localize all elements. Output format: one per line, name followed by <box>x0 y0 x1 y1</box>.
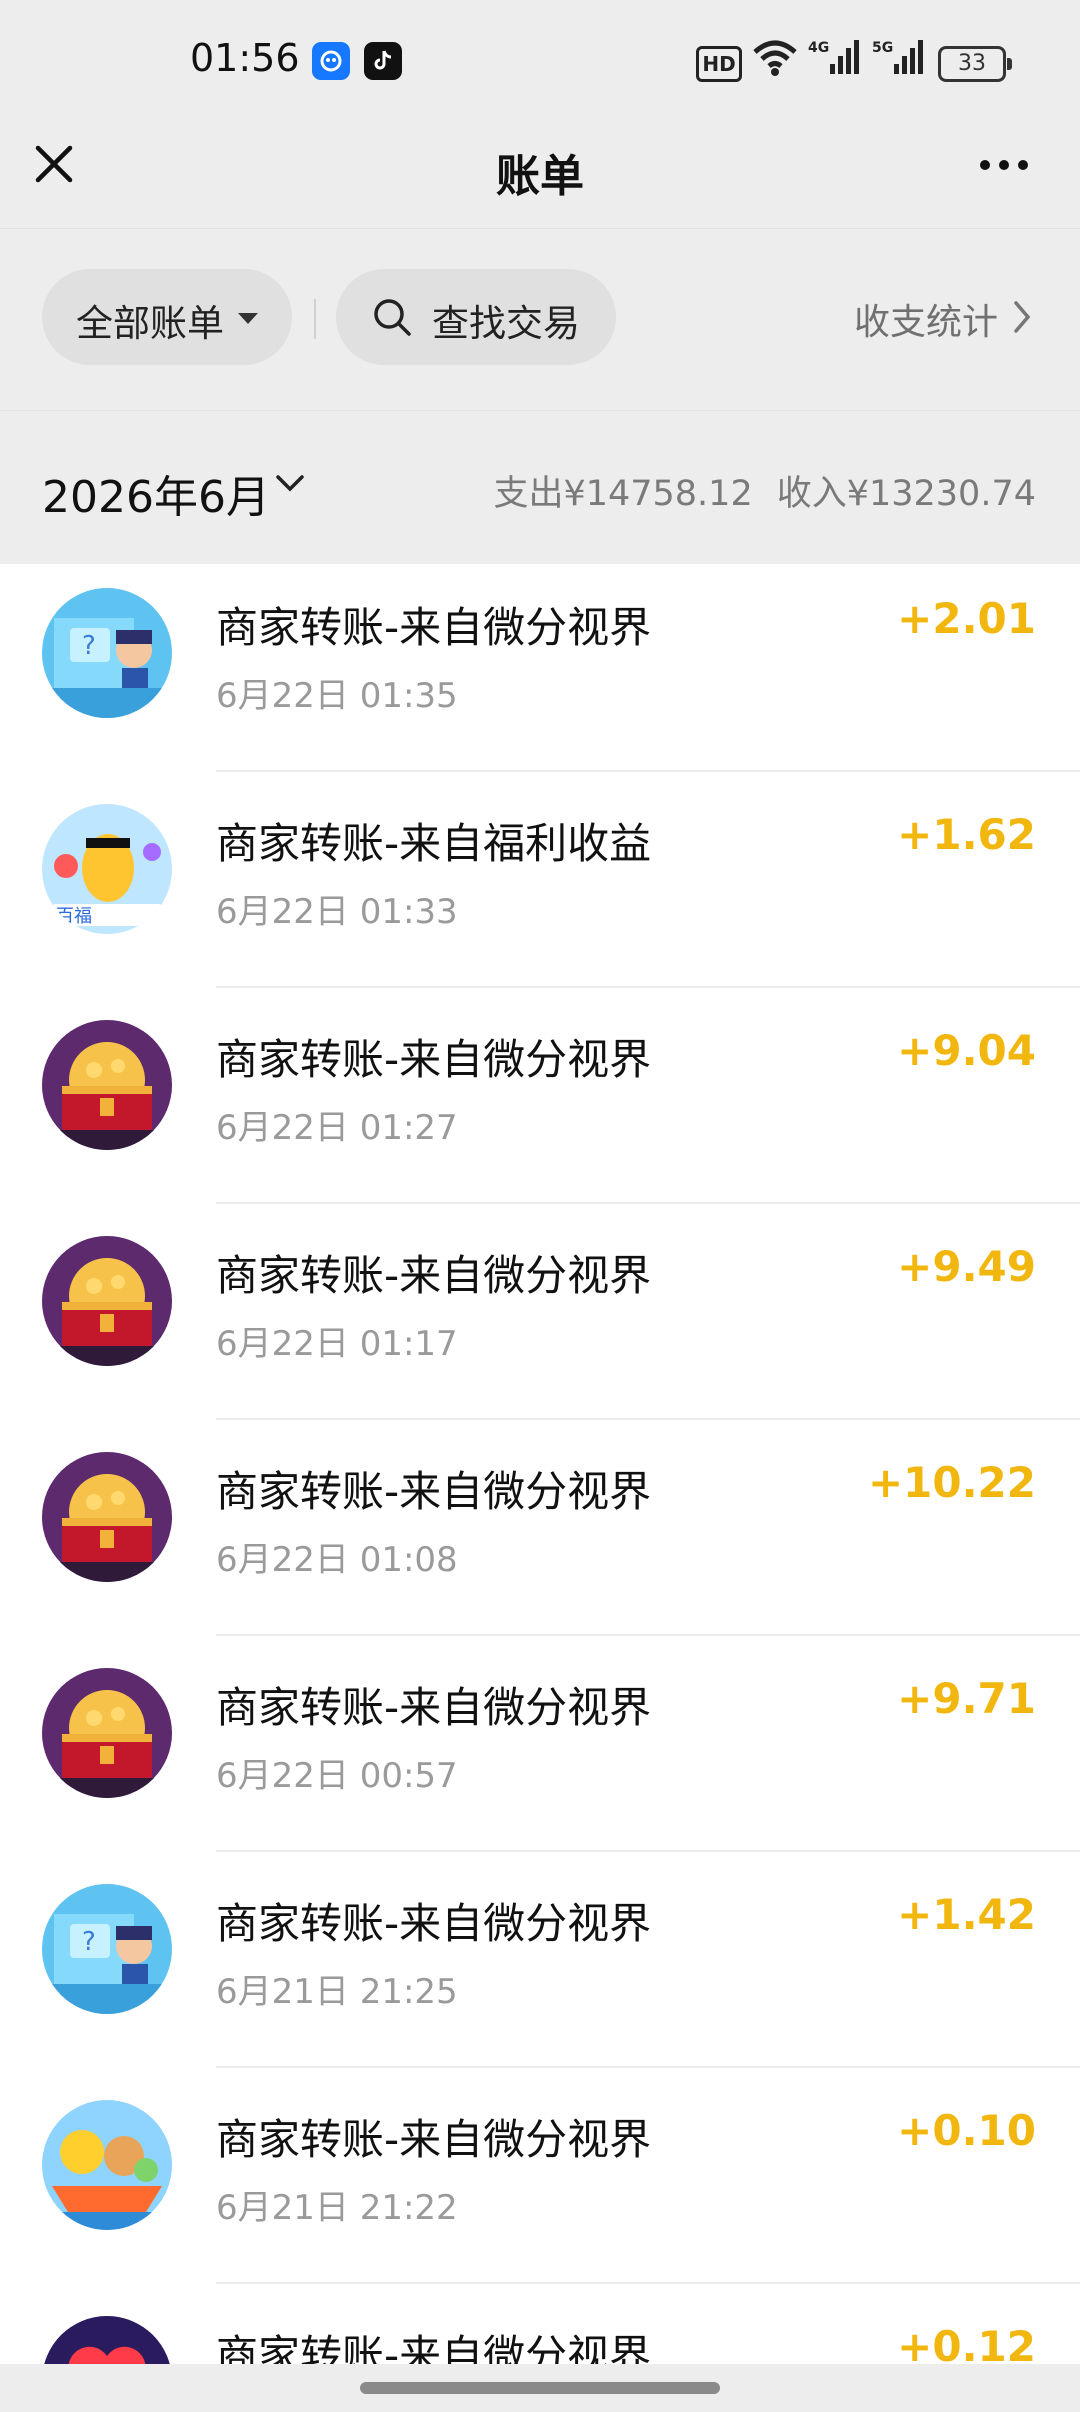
transaction-amount: +1.62 <box>897 810 1036 859</box>
svg-text:4G: 4G <box>808 40 829 56</box>
transaction-row[interactable]: 商家转账-来自微分视界 6月21日 21:22 +0.10 <box>0 2068 1080 2284</box>
hd-voice-icon: HD <box>696 46 742 82</box>
treasure-chest-avatar <box>42 1668 172 1798</box>
income-total: 收入¥13230.74 <box>776 474 1036 514</box>
expense-total: 支出¥14758.12 <box>493 474 753 514</box>
battery-icon: 33 <box>938 46 1012 82</box>
transaction-row[interactable]: 商家转账-来自微分视界 6月22日 00:57 +9.71 <box>0 1636 1080 1852</box>
transaction-row[interactable]: ? 商家转账-来自微分视界 6月22日 01:35 +2.01 <box>0 564 1080 772</box>
transaction-title: 商家转账-来自微分视界 <box>216 603 652 652</box>
chat-app-icon <box>312 42 350 80</box>
all-bills-dropdown[interactable]: 全部账单 <box>42 269 292 365</box>
title-bar: 账单 <box>0 118 1080 228</box>
search-label: 查找交易 <box>432 302 580 345</box>
chevron-down-icon[interactable] <box>274 473 306 495</box>
duck-boat-avatar <box>42 2100 172 2230</box>
tiktok-icon <box>364 42 402 80</box>
game-character-avatar: ? <box>42 588 172 718</box>
heart-avatar <box>42 2316 172 2364</box>
transaction-time: 6月22日 01:17 <box>216 1324 458 1364</box>
transaction-row[interactable]: 商家转账-来自微分视界 +0.12 <box>0 2284 1080 2364</box>
month-selector[interactable]: 2026年6月 <box>42 461 270 525</box>
transaction-amount: +0.12 <box>897 2322 1036 2364</box>
divider <box>314 299 316 339</box>
transaction-row[interactable]: 商家转账-来自微分视界 6月22日 01:08 +10.22 <box>0 1420 1080 1636</box>
transaction-row[interactable]: 商家转账-来自微分视界 6月22日 01:17 +9.49 <box>0 1204 1080 1420</box>
transaction-row[interactable]: ? 商家转账-来自微分视界 6月21日 21:25 +1.42 <box>0 1852 1080 2068</box>
transaction-amount: +2.01 <box>897 594 1036 643</box>
status-time: 01:56 <box>190 36 300 80</box>
game-character-avatar: ? <box>42 1884 172 2014</box>
transaction-time: 6月22日 01:08 <box>216 1540 458 1580</box>
treasure-chest-avatar <box>42 1236 172 1366</box>
transaction-title: 商家转账-来自微分视界 <box>216 1899 652 1948</box>
transaction-amount: +0.10 <box>897 2106 1036 2155</box>
home-indicator[interactable] <box>360 2382 720 2394</box>
transaction-amount: +9.49 <box>897 1242 1036 1291</box>
transaction-title: 商家转账-来自微分视界 <box>216 1683 652 1732</box>
transaction-title: 商家转账-来自微分视界 <box>216 1251 652 1300</box>
transaction-row[interactable]: 百福 商家转账-来自福利收益 6月22日 01:33 +1.62 <box>0 772 1080 988</box>
transaction-title: 商家转账-来自福利收益 <box>216 819 652 868</box>
svg-text:百福: 百福 <box>56 906 92 927</box>
treasure-chest-avatar <box>42 1452 172 1582</box>
month-summary-bar: 2026年6月 支出¥14758.12 收入¥13230.74 <box>0 410 1080 565</box>
transaction-time: 6月22日 01:35 <box>216 676 458 716</box>
search-icon <box>374 299 411 336</box>
transaction-amount: +9.71 <box>897 1674 1036 1723</box>
transaction-title: 商家转账-来自微分视界 <box>216 2331 652 2364</box>
status-bar: 01:56 HD 4G 5G 33 <box>0 0 1080 118</box>
svg-text:?: ? <box>82 631 96 661</box>
transaction-title: 商家转账-来自微分视界 <box>216 2115 652 2164</box>
transaction-amount: +9.04 <box>897 1026 1036 1075</box>
signal-5g-icon: 5G <box>872 40 923 74</box>
transaction-list: ? 商家转账-来自微分视界 6月22日 01:35 +2.01 百福 商家转账-来自福利收… <box>0 564 1080 2364</box>
search-transactions-button[interactable]: 查找交易 <box>336 269 616 365</box>
more-options-icon[interactable] <box>976 154 1032 174</box>
stats-link[interactable]: 收支统计 <box>854 293 998 345</box>
transaction-time: 6月22日 01:33 <box>216 892 458 932</box>
signal-4g-icon: 4G <box>808 40 859 74</box>
month-totals: 支出¥14758.12 收入¥13230.74 <box>493 465 1036 516</box>
all-bills-label: 全部账单 <box>76 302 224 345</box>
wifi-icon <box>753 40 797 76</box>
transaction-time: 6月22日 00:57 <box>216 1756 458 1796</box>
navigation-bar <box>0 2364 1080 2412</box>
svg-text:5G: 5G <box>872 40 893 56</box>
treasure-chest-avatar <box>42 1020 172 1150</box>
cartoon-duck-avatar: 百福 <box>42 804 172 934</box>
filter-bar: 全部账单 查找交易 收支统计 <box>0 228 1080 411</box>
transaction-time: 6月21日 21:25 <box>216 1972 458 2012</box>
transaction-amount: +1.42 <box>897 1890 1036 1939</box>
transaction-title: 商家转账-来自微分视界 <box>216 1035 652 1084</box>
transaction-title: 商家转账-来自微分视界 <box>216 1467 652 1516</box>
transaction-amount: +10.22 <box>867 1458 1036 1507</box>
transaction-time: 6月21日 21:22 <box>216 2188 458 2228</box>
transaction-row[interactable]: 商家转账-来自微分视界 6月22日 01:27 +9.04 <box>0 988 1080 1204</box>
svg-text:?: ? <box>82 1927 96 1957</box>
caret-down-icon <box>238 313 258 324</box>
transaction-time: 6月22日 01:27 <box>216 1108 458 1148</box>
page-title: 账单 <box>496 151 584 202</box>
chevron-right-icon <box>1014 301 1031 333</box>
